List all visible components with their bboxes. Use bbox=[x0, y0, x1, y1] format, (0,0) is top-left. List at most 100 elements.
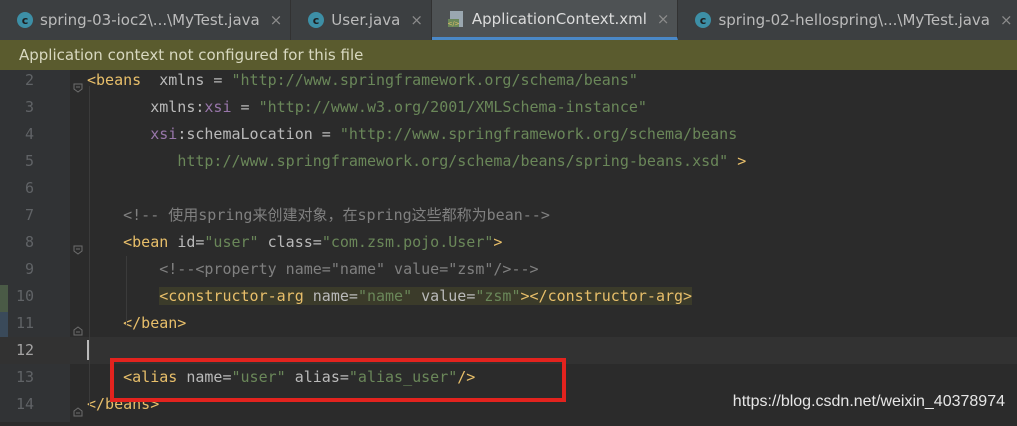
code-token: http://www.springframework.org/schema/be… bbox=[177, 152, 729, 170]
fold-marker-icon[interactable] bbox=[73, 318, 83, 336]
code-line[interactable]: 5 http://www.springframework.org/schema/… bbox=[0, 148, 1017, 175]
code-editor[interactable]: 2 <beans xmlns = "http://www.springframew… bbox=[0, 70, 1017, 422]
code-line[interactable]: 6 bbox=[0, 175, 1017, 202]
code-token: xmlns bbox=[159, 71, 205, 89]
code-token: <beans bbox=[87, 71, 142, 89]
code-text: <bean id="user" class="com.zsm.pojo.User… bbox=[87, 229, 502, 256]
line-number: 5 bbox=[24, 152, 34, 170]
code-token: = bbox=[312, 233, 322, 251]
tab-mytest-hellospring[interactable]: c spring-02-hellospring\...\MyTest.java … bbox=[678, 0, 1017, 40]
code-token: xmlns: bbox=[150, 98, 205, 116]
line-number: 2 bbox=[24, 71, 34, 89]
code-token: > bbox=[737, 152, 747, 170]
code-token: > bbox=[493, 233, 503, 251]
line-number: 10 bbox=[15, 287, 34, 305]
code-token: "http://www.springframework.org/schema/b… bbox=[231, 71, 638, 89]
java-class-icon: c bbox=[16, 11, 34, 29]
banner-text: Application context not configured for t… bbox=[19, 46, 364, 64]
code-token: :schemaLocation bbox=[177, 125, 313, 143]
code-text: <constructor-arg name="name" value="zsm"… bbox=[87, 283, 693, 310]
code-token: class bbox=[267, 233, 313, 251]
code-line[interactable]: 3 xmlns:xsi = "http://www.w3.org/2001/XM… bbox=[0, 94, 1017, 121]
java-class-icon: c bbox=[694, 11, 712, 29]
tab-label: spring-03-ioc2\...\MyTest.java bbox=[40, 11, 260, 29]
code-text: http://www.springframework.org/schema/be… bbox=[87, 148, 746, 175]
code-token: <constructor-arg bbox=[159, 287, 313, 305]
watermark: https://blog.csdn.net/weixin_40378974 bbox=[732, 393, 1005, 410]
code-token: <!-- 使用spring来创建对象，在spring这些都称为bean--> bbox=[123, 206, 550, 224]
code-token: xsi bbox=[204, 98, 232, 116]
code-token: "user" bbox=[204, 233, 259, 251]
code-token bbox=[412, 287, 422, 305]
code-token: "http://www.w3.org/2001/XMLSchema-instan… bbox=[258, 98, 647, 116]
line-number: 3 bbox=[24, 98, 34, 116]
code-token: "zsm" bbox=[475, 287, 521, 305]
line-number: 7 bbox=[24, 206, 34, 224]
close-icon[interactable]: × bbox=[657, 10, 670, 28]
code-token: ></constructor-arg> bbox=[520, 287, 693, 305]
code-line[interactable]: 7 <!-- 使用spring来创建对象，在spring这些都称为bean--> bbox=[0, 202, 1017, 229]
code-text: xsi:schemaLocation = "http://www.springf… bbox=[87, 121, 737, 148]
code-token: = bbox=[348, 287, 358, 305]
code-token: "http://www.springframework.org/schema/b… bbox=[339, 125, 738, 143]
code-line[interactable]: 8 <bean id="user" class="com.zsm.pojo.Us… bbox=[0, 229, 1017, 256]
xml-file-icon: </> bbox=[447, 10, 466, 28]
code-text: <beans xmlns = "http://www.springframewo… bbox=[87, 67, 638, 94]
code-token: <bean bbox=[123, 233, 178, 251]
line-number: 6 bbox=[24, 179, 34, 197]
code-token: name bbox=[312, 287, 349, 305]
indent-guide bbox=[89, 86, 90, 406]
code-token: = bbox=[231, 98, 259, 116]
code-token: = bbox=[204, 71, 232, 89]
tab-label: spring-02-hellospring\...\MyTest.java bbox=[718, 11, 990, 29]
code-line[interactable]: 4 xsi:schemaLocation = "http://www.sprin… bbox=[0, 121, 1017, 148]
tab-label: ApplicationContext.xml bbox=[471, 9, 647, 28]
svg-text:c: c bbox=[313, 14, 320, 27]
code-line[interactable]: 11 </bean> bbox=[0, 310, 1017, 337]
line-number: 9 bbox=[24, 260, 34, 278]
code-token: xsi bbox=[150, 125, 178, 143]
line-number: 13 bbox=[15, 368, 34, 386]
code-text: xmlns:xsi = "http://www.w3.org/2001/XMLS… bbox=[87, 94, 647, 121]
close-icon[interactable]: × bbox=[1000, 11, 1013, 29]
close-icon[interactable]: × bbox=[410, 11, 423, 29]
code-token: value bbox=[421, 287, 467, 305]
code-text: <!--<property name="name" value="zsm"/>-… bbox=[87, 256, 538, 283]
tab-application-context-xml[interactable]: </> ApplicationContext.xml × bbox=[431, 0, 679, 40]
line-number: 12 bbox=[15, 341, 34, 359]
svg-text:c: c bbox=[700, 14, 707, 27]
close-icon[interactable]: × bbox=[270, 11, 283, 29]
line-number: 4 bbox=[24, 125, 34, 143]
code-text: <!-- 使用spring来创建对象，在spring这些都称为bean--> bbox=[87, 202, 550, 229]
line-number: 11 bbox=[15, 314, 34, 332]
fold-marker-icon[interactable] bbox=[73, 75, 83, 93]
svg-text:</>: </> bbox=[448, 20, 460, 27]
code-token: "com.zsm.pojo.User" bbox=[321, 233, 494, 251]
code-line[interactable]: 10 <constructor-arg name="name" value="z… bbox=[0, 283, 1017, 310]
fold-marker-icon[interactable] bbox=[73, 399, 83, 417]
tab-label: User.java bbox=[331, 11, 401, 29]
code-token: id bbox=[177, 233, 196, 251]
highlight-box bbox=[110, 358, 566, 402]
code-token: "name" bbox=[357, 287, 413, 305]
tab-mytest-ioc2[interactable]: c spring-03-ioc2\...\MyTest.java × bbox=[0, 0, 292, 40]
indent-guide bbox=[126, 256, 127, 326]
code-token: = bbox=[466, 287, 476, 305]
tab-user-java[interactable]: c User.java × bbox=[291, 0, 432, 40]
svg-text:c: c bbox=[22, 14, 29, 27]
code-line[interactable]: 9 <!--<property name="name" value="zsm"/… bbox=[0, 256, 1017, 283]
code-line[interactable]: 2 <beans xmlns = "http://www.springframew… bbox=[0, 67, 1017, 94]
fold-marker-icon[interactable] bbox=[73, 237, 83, 255]
code-token: = bbox=[312, 125, 340, 143]
line-number: 8 bbox=[24, 233, 34, 251]
java-class-icon: c bbox=[307, 11, 325, 29]
